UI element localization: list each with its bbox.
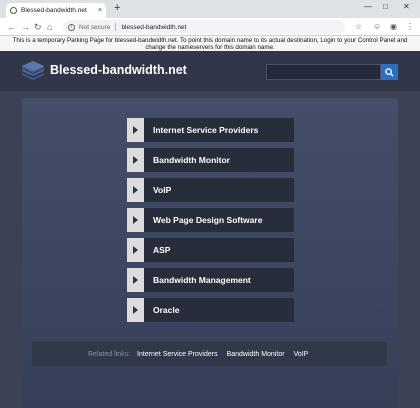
search-button[interactable]: [381, 64, 398, 80]
arrow-box: [127, 268, 144, 292]
parking-notice: This is a temporary Parking Page for ble…: [0, 36, 420, 51]
list-item[interactable]: VoIP: [127, 178, 294, 202]
link-label[interactable]: Oracle: [144, 298, 294, 322]
address-bar[interactable]: i Not secure blessed-bandwidth.net: [63, 20, 345, 34]
play-arrow-icon: [133, 306, 138, 314]
stack-logo-icon: [22, 61, 44, 80]
minimize-icon[interactable]: —: [364, 2, 372, 11]
site-header: Blessed-bandwidth.net: [0, 51, 420, 91]
search-input[interactable]: [266, 64, 381, 80]
play-arrow-icon: [133, 156, 138, 164]
arrow-box: [127, 178, 144, 202]
search-icon: [385, 67, 394, 77]
related-link[interactable]: Bandwidth Monitor: [227, 351, 285, 358]
smiley-icon[interactable]: ☺: [373, 22, 381, 32]
list-item[interactable]: Internet Service Providers: [127, 118, 294, 142]
arrow-box: [127, 148, 144, 172]
divider: [115, 23, 117, 31]
back-icon[interactable]: ←: [7, 21, 16, 33]
reload-icon[interactable]: ↻: [34, 21, 42, 33]
list-item[interactable]: Bandwidth Management: [127, 268, 294, 292]
play-arrow-icon: [133, 186, 138, 194]
forward-icon[interactable]: →: [21, 21, 30, 33]
maximize-icon[interactable]: □: [383, 2, 388, 11]
notice-line-1: This is a temporary Parking Page for ble…: [12, 36, 408, 44]
arrow-box: [127, 118, 144, 142]
home-icon[interactable]: ⌂: [47, 21, 52, 33]
list-item[interactable]: Bandwidth Monitor: [127, 148, 294, 172]
menu-icon[interactable]: ⋮: [406, 22, 414, 32]
tab-close-icon[interactable]: ×: [98, 7, 102, 14]
related-links-bar: Related links: Internet Service Provider…: [32, 342, 387, 366]
tab-title: Blessed-bandwidth.net: [21, 7, 87, 14]
arrow-box: [127, 238, 144, 262]
link-label[interactable]: VoIP: [144, 178, 294, 202]
account-icon[interactable]: ◉: [390, 22, 397, 32]
browser-toolbar: ← → ↻ ⌂ i Not secure blessed-bandwidth.n…: [0, 18, 420, 36]
play-arrow-icon: [133, 276, 138, 284]
related-links-label: Related links:: [88, 350, 131, 358]
notice-line-2: change the nameservers for this domain n…: [145, 43, 275, 51]
link-label[interactable]: Bandwidth Monitor: [144, 148, 294, 172]
tab-bar: Blessed-bandwidth.net × + — □ ✕: [0, 0, 420, 18]
list-item[interactable]: ASP: [127, 238, 294, 262]
close-window-icon[interactable]: ✕: [403, 2, 410, 11]
related-link[interactable]: VoIP: [294, 351, 309, 358]
arrow-box: [127, 208, 144, 232]
link-label[interactable]: Web Page Design Software: [144, 208, 294, 232]
link-label[interactable]: Bandwidth Management: [144, 268, 294, 292]
play-arrow-icon: [133, 126, 138, 134]
url-text[interactable]: blessed-bandwidth.net: [121, 24, 186, 31]
globe-icon: [10, 7, 17, 14]
link-label[interactable]: Internet Service Providers: [144, 118, 294, 142]
list-item[interactable]: Web Page Design Software: [127, 208, 294, 232]
link-label[interactable]: ASP: [144, 238, 294, 262]
play-arrow-icon: [133, 246, 138, 254]
site-name[interactable]: Blessed-bandwidth.net: [50, 63, 187, 77]
play-arrow-icon: [133, 216, 138, 224]
new-tab-button[interactable]: +: [114, 2, 120, 14]
arrow-box: [127, 298, 144, 322]
security-status: Not secure: [79, 23, 111, 31]
browser-tab[interactable]: Blessed-bandwidth.net ×: [6, 3, 106, 18]
list-item[interactable]: Oracle: [127, 298, 294, 322]
related-link[interactable]: Internet Service Providers: [137, 351, 218, 358]
info-icon[interactable]: i: [68, 23, 75, 31]
star-icon[interactable]: ☆: [355, 22, 362, 32]
